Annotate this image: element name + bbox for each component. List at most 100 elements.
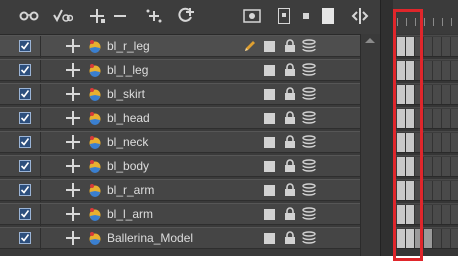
layer-row[interactable]: bl_head: [0, 107, 380, 130]
layer-row[interactable]: bl_r_arm: [0, 179, 380, 202]
layer-row[interactable]: Ballerina_Model: [0, 227, 380, 250]
layer-visibility-checkbox[interactable]: [19, 184, 31, 196]
layer-visibility-checkbox[interactable]: [19, 64, 31, 76]
add-layer-icon[interactable]: [88, 6, 106, 26]
frame-cell[interactable]: [451, 109, 458, 128]
lock-icon[interactable]: [284, 39, 296, 53]
layer-stack-icon[interactable]: [302, 135, 316, 149]
frame-cell[interactable]: [451, 157, 458, 176]
expand-plus-icon[interactable]: [66, 39, 80, 53]
lock-icon[interactable]: [284, 183, 296, 197]
layer-name[interactable]: bl_l_leg: [107, 63, 148, 77]
add-peg-icon[interactable]: [144, 6, 164, 26]
layer-name[interactable]: bl_r_arm: [107, 183, 154, 197]
frame-cell[interactable]: [451, 181, 458, 200]
frame-cell[interactable]: [451, 37, 458, 56]
lock-icon[interactable]: [284, 207, 296, 221]
frame-cell[interactable]: [424, 133, 433, 152]
layer-visibility-checkbox[interactable]: [19, 160, 31, 172]
frame-cell[interactable]: [451, 229, 458, 248]
add-drawing-layer-icon[interactable]: [176, 6, 196, 26]
layer-stack-icon[interactable]: [302, 87, 316, 101]
frame-cell[interactable]: [433, 61, 442, 80]
layer-color-swatch[interactable]: [264, 209, 275, 220]
scroll-up-icon[interactable]: [365, 38, 375, 43]
frame-cell[interactable]: [433, 37, 442, 56]
layer-color-swatch[interactable]: [264, 137, 275, 148]
layer-name[interactable]: bl_neck: [107, 135, 148, 149]
expand-plus-icon[interactable]: [66, 87, 80, 101]
frame-cell[interactable]: [442, 133, 451, 152]
lock-icon[interactable]: [284, 135, 296, 149]
layer-visibility-checkbox[interactable]: [19, 208, 31, 220]
layer-color-swatch[interactable]: [264, 113, 275, 124]
layer-visibility-checkbox[interactable]: [19, 136, 31, 148]
layer-color-swatch[interactable]: [264, 41, 275, 52]
layer-scrollbar[interactable]: [360, 34, 380, 256]
glasses-icon[interactable]: [18, 6, 40, 26]
layer-color-swatch[interactable]: [264, 185, 275, 196]
layer-name[interactable]: Ballerina_Model: [107, 231, 193, 245]
layer-stack-icon[interactable]: [302, 159, 316, 173]
frame-cell[interactable]: [442, 181, 451, 200]
layer-color-swatch[interactable]: [264, 161, 275, 172]
frame-cell[interactable]: [424, 229, 433, 248]
expand-plus-icon[interactable]: [66, 183, 80, 197]
frame-cell[interactable]: [451, 133, 458, 152]
layer-visibility-checkbox[interactable]: [19, 232, 31, 244]
frame-cell[interactable]: [442, 37, 451, 56]
layer-color-swatch[interactable]: [264, 233, 275, 244]
frame-cell[interactable]: [424, 61, 433, 80]
layer-stack-icon[interactable]: [302, 111, 316, 125]
layer-stack-icon[interactable]: [302, 63, 316, 77]
frame-cell[interactable]: [433, 181, 442, 200]
layer-row[interactable]: bl_l_leg: [0, 59, 380, 82]
frame-cell[interactable]: [451, 205, 458, 224]
frame-cell[interactable]: [424, 37, 433, 56]
expand-plus-icon[interactable]: [66, 135, 80, 149]
expand-plus-icon[interactable]: [66, 207, 80, 221]
frame-cell[interactable]: [433, 157, 442, 176]
layer-color-swatch[interactable]: [264, 65, 275, 76]
frame-cell[interactable]: [433, 109, 442, 128]
layer-visibility-checkbox[interactable]: [19, 112, 31, 124]
layer-stack-icon[interactable]: [302, 231, 316, 245]
frame-cell[interactable]: [424, 157, 433, 176]
large-square-icon[interactable]: [320, 6, 336, 26]
lock-icon[interactable]: [284, 87, 296, 101]
animate-mode-icon[interactable]: [52, 6, 74, 26]
lock-icon[interactable]: [284, 63, 296, 77]
expand-timeline-icon[interactable]: [350, 6, 370, 26]
frame-cell[interactable]: [451, 85, 458, 104]
frame-cell[interactable]: [442, 157, 451, 176]
layer-name[interactable]: bl_r_leg: [107, 39, 150, 53]
layer-name[interactable]: bl_head: [107, 111, 150, 125]
remove-layer-icon[interactable]: [112, 6, 128, 26]
layer-stack-icon[interactable]: [302, 183, 316, 197]
frame-cell[interactable]: [442, 205, 451, 224]
layer-visibility-checkbox[interactable]: [19, 40, 31, 52]
frame-cell[interactable]: [433, 133, 442, 152]
lock-icon[interactable]: [284, 111, 296, 125]
frame-cell[interactable]: [442, 85, 451, 104]
frame-cell[interactable]: [442, 61, 451, 80]
frame-cell[interactable]: [424, 109, 433, 128]
frame-cell[interactable]: [424, 205, 433, 224]
onion-skin-icon[interactable]: [242, 6, 262, 26]
layer-row[interactable]: bl_l_arm: [0, 203, 380, 226]
layer-row[interactable]: bl_r_leg: [0, 35, 380, 58]
layer-row[interactable]: bl_body: [0, 155, 380, 178]
show-hide-icon[interactable]: [276, 6, 292, 26]
expand-plus-icon[interactable]: [66, 159, 80, 173]
frame-cell[interactable]: [442, 229, 451, 248]
lock-icon[interactable]: [284, 231, 296, 245]
frame-cell[interactable]: [424, 85, 433, 104]
layer-stack-icon[interactable]: [302, 39, 316, 53]
expand-plus-icon[interactable]: [66, 63, 80, 77]
layer-name[interactable]: bl_l_arm: [107, 207, 153, 221]
expand-plus-icon[interactable]: [66, 231, 80, 245]
frame-cell[interactable]: [433, 229, 442, 248]
layer-color-swatch[interactable]: [264, 89, 275, 100]
layer-stack-icon[interactable]: [302, 207, 316, 221]
frame-cell[interactable]: [424, 181, 433, 200]
